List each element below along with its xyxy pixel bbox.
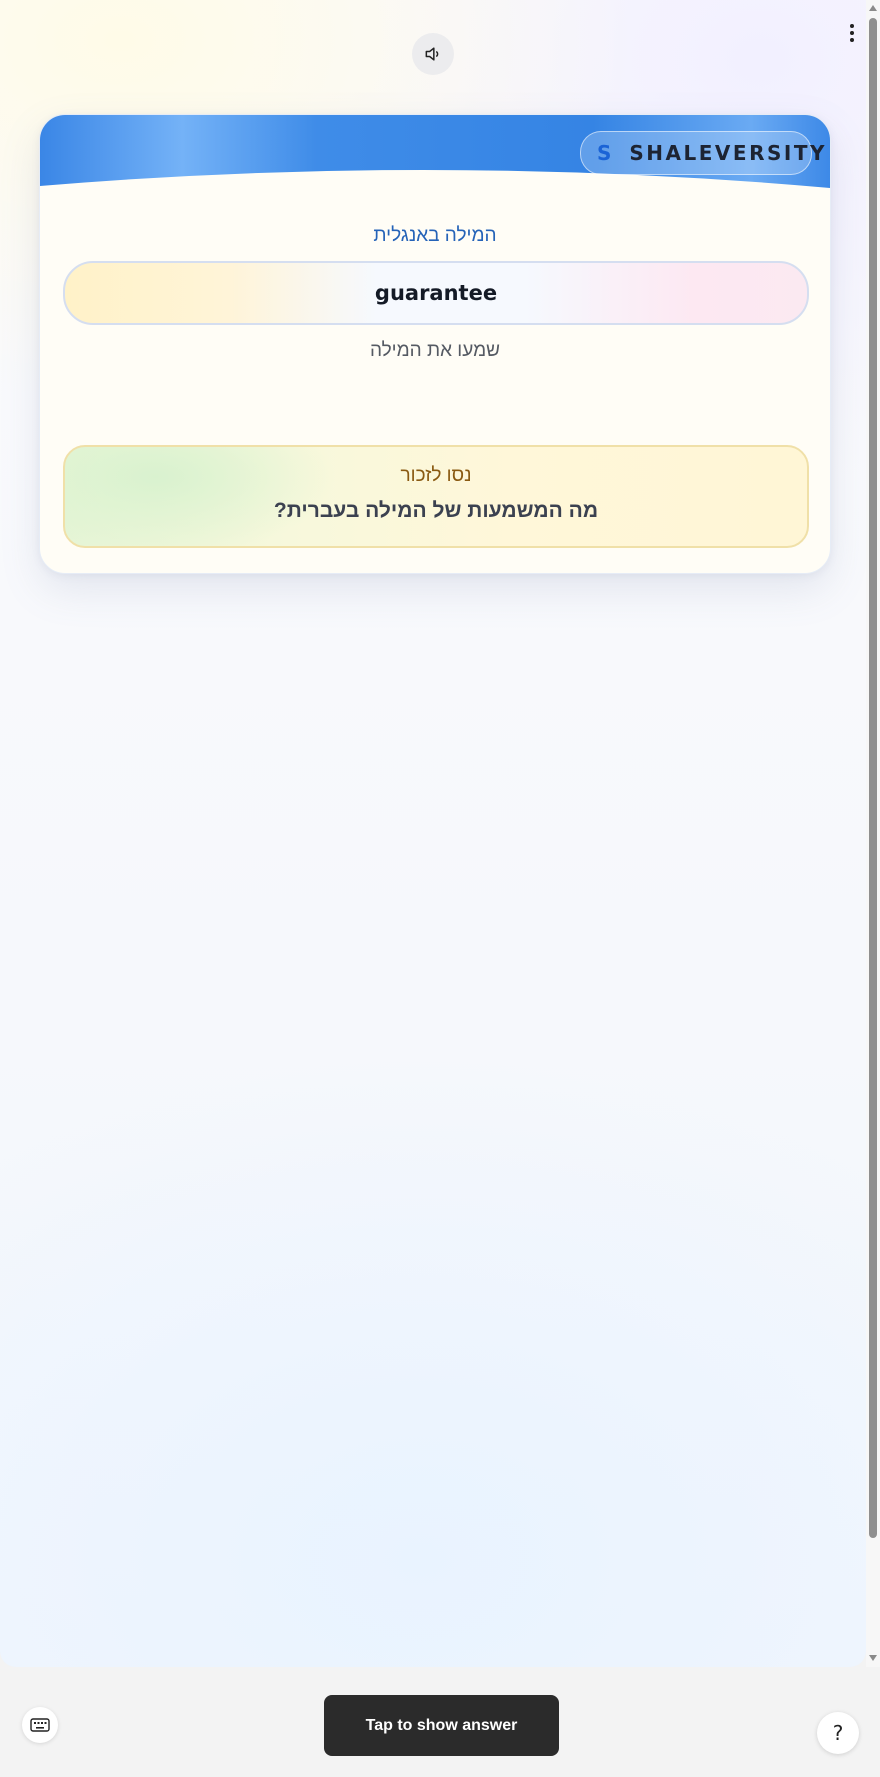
listen-word-link[interactable]: שמעו את המילה [40, 340, 830, 362]
english-word: guarantee [374, 281, 498, 305]
keyboard-icon [30, 1718, 50, 1732]
keyboard-shortcuts-button[interactable] [22, 1707, 58, 1743]
app-viewport: S SHALEVERSITY המילה באנגלית guarantee ש… [0, 0, 866, 1667]
recall-prompt-question: מה המשמעות של המילה בעברית? [273, 499, 599, 522]
word-language-label: המילה באנגלית [373, 225, 497, 246]
speaker-icon [425, 47, 439, 61]
more-options-button[interactable] [843, 20, 861, 46]
scroll-down-arrow-icon[interactable] [869, 1655, 877, 1661]
help-button[interactable]: ? [817, 1712, 859, 1754]
word-display: guarantee [63, 261, 809, 325]
recall-prompt-box: נסו לזכור מה המשמעות של המילה בעברית? [63, 445, 809, 548]
recall-prompt-title: נסו לזכור [400, 465, 472, 486]
scrollbar-thumb[interactable] [869, 18, 877, 1538]
help-icon: ? [832, 1721, 844, 1745]
scroll-up-arrow-icon[interactable] [869, 5, 877, 11]
show-answer-button[interactable]: Tap to show answer [324, 1695, 559, 1756]
scrollbar[interactable] [866, 0, 880, 1667]
sound-toggle-button[interactable] [412, 33, 454, 75]
vertical-dots-icon [850, 24, 854, 28]
flashcard: S SHALEVERSITY המילה באנגלית guarantee ש… [39, 114, 831, 574]
